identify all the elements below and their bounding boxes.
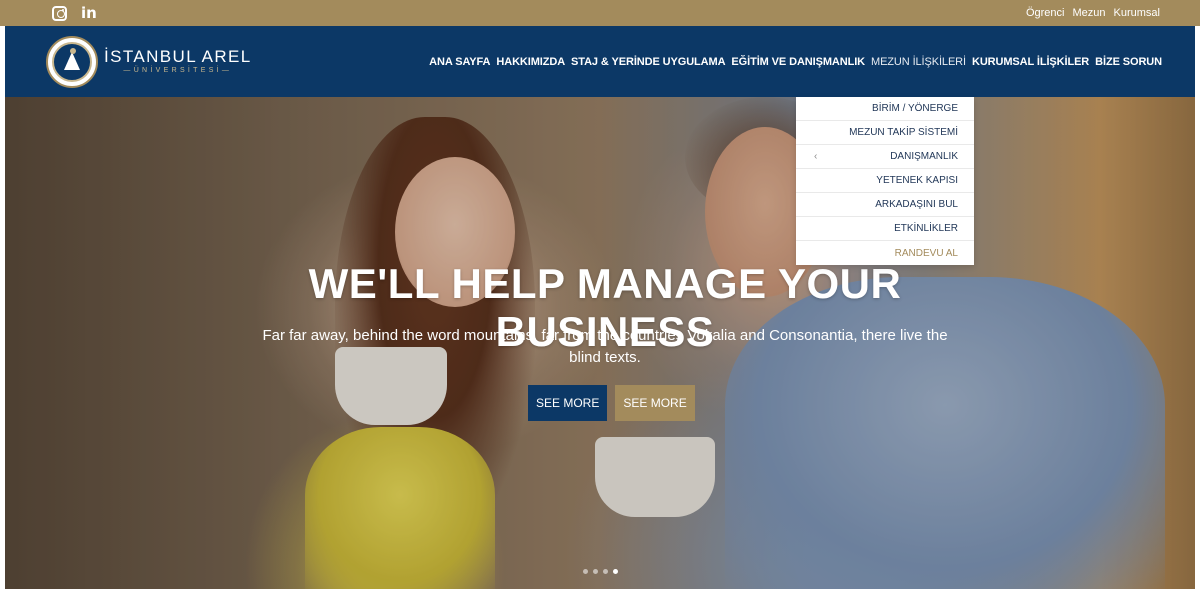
mezun-iliskileri-dropdown: BİRİM / YÖNERGE MEZUN TAKİP SİSTEMİ ‹ DA…: [796, 97, 974, 265]
dropdown-item-label: ARKADAŞINI BUL: [875, 199, 958, 210]
top-link-kurumsal[interactable]: Kurumsal: [1114, 7, 1160, 19]
university-seal-icon: [46, 35, 98, 88]
dropdown-item-label: ETKİNLİKLER: [894, 223, 958, 234]
dropdown-item-birim-yonerge[interactable]: BİRİM / YÖNERGE: [796, 97, 974, 121]
slider-dot-active[interactable]: [613, 569, 618, 574]
logo-subtitle: —ÜNİVERSİTESİ—: [123, 66, 233, 74]
nav-ana-sayfa[interactable]: ANA SAYFA: [429, 56, 490, 68]
instagram-icon[interactable]: [52, 5, 67, 21]
dropdown-item-etkinlikler[interactable]: ETKİNLİKLER: [796, 217, 974, 241]
slider-dot[interactable]: [583, 569, 588, 574]
nav-staj[interactable]: STAJ & YERİNDE UYGULAMA: [571, 56, 725, 68]
dropdown-item-label: DANIŞMANLIK: [890, 151, 958, 162]
nav-egitim[interactable]: EĞİTİM VE DANIŞMANLIK: [731, 56, 865, 68]
social-links: in: [52, 5, 97, 21]
main-nav: ANA SAYFA HAKKIMIZDA STAJ & YERİNDE UYGU…: [429, 56, 1162, 68]
nav-kurumsal-iliskiler[interactable]: KURUMSAL İLİŞKİLER: [972, 56, 1089, 68]
university-logo[interactable]: İSTANBUL AREL —ÜNİVERSİTESİ—: [46, 35, 252, 88]
hero-buttons: SEE MORE SEE MORE: [528, 385, 695, 421]
slider-dot[interactable]: [593, 569, 598, 574]
slider-dots: [583, 569, 618, 574]
dropdown-item-label: MEZUN TAKİP SİSTEMİ: [849, 127, 958, 138]
see-more-button[interactable]: SEE MORE: [528, 385, 608, 421]
dropdown-item-mezun-takip[interactable]: MEZUN TAKİP SİSTEMİ: [796, 121, 974, 145]
top-links: Ögrenci Mezun Kurumsal: [1026, 7, 1160, 19]
main-header: İSTANBUL AREL —ÜNİVERSİTESİ— ANA SAYFA H…: [5, 26, 1195, 97]
nav-mezun-iliskileri[interactable]: MEZUN İLİŞKİLERİ: [871, 56, 966, 68]
dropdown-item-label: RANDEVU AL: [894, 247, 958, 259]
top-link-mezun[interactable]: Mezun: [1073, 7, 1106, 19]
dropdown-item-label: BİRİM / YÖNERGE: [872, 103, 958, 114]
dropdown-item-label: YETENEK KAPISI: [876, 175, 958, 186]
hero-slider: WE'LL HELP MANAGE YOUR BUSINESS Far far …: [5, 97, 1195, 589]
nav-bize-sorun[interactable]: BİZE SORUN: [1095, 56, 1162, 68]
logo-name: İSTANBUL AREL: [104, 46, 252, 66]
dropdown-item-arkadasini-bul[interactable]: ARKADAŞINI BUL: [796, 193, 974, 217]
top-utility-bar: in Ögrenci Mezun Kurumsal: [0, 0, 1200, 26]
see-more-button-secondary[interactable]: SEE MORE: [615, 385, 695, 421]
dropdown-item-randevu-al[interactable]: RANDEVU AL: [796, 241, 974, 265]
top-link-ogrenci[interactable]: Ögrenci: [1026, 7, 1065, 19]
hero-subtitle: Far far away, behind the word mountains,…: [262, 327, 948, 366]
logo-text: İSTANBUL AREL —ÜNİVERSİTESİ—: [104, 46, 252, 76]
nav-hakkimizda[interactable]: HAKKIMIZDA: [496, 56, 565, 68]
dropdown-item-yetenek-kapisi[interactable]: YETENEK KAPISI: [796, 169, 974, 193]
slider-dot[interactable]: [603, 569, 608, 574]
chevron-left-icon: ‹: [814, 151, 818, 162]
dropdown-item-danismanlik[interactable]: ‹ DANIŞMANLIK: [796, 145, 974, 169]
linkedin-icon[interactable]: in: [81, 5, 97, 21]
